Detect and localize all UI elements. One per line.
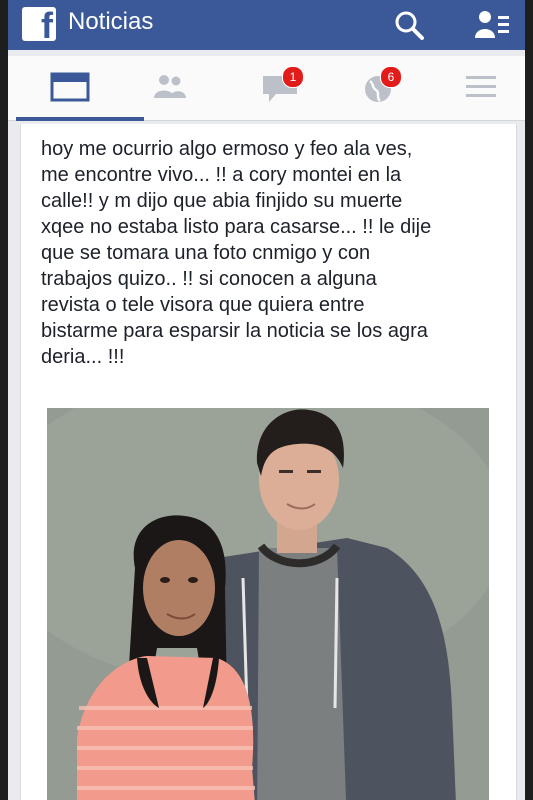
top-bar: f Noticias [8, 0, 525, 50]
post-photo[interactable] [47, 408, 489, 800]
notifications-badge: 6 [380, 66, 402, 88]
photo-two-people [47, 408, 489, 800]
page-title: Noticias [68, 8, 154, 35]
tab-notifications[interactable]: 6 [330, 56, 420, 120]
tab-messages[interactable]: 1 [232, 56, 322, 120]
tab-menu[interactable] [432, 56, 522, 120]
post-card: hoy me ocurrio algo ermoso y feo ala ves… [20, 124, 517, 800]
tab-friends[interactable] [122, 56, 212, 120]
facebook-logo-icon[interactable]: f [22, 7, 56, 41]
news-feed-icon [50, 72, 90, 102]
friend-requests-icon[interactable] [474, 8, 510, 42]
facebook-logo-letter: f [41, 7, 53, 41]
search-icon[interactable] [393, 9, 425, 41]
tab-news-feed[interactable] [16, 56, 144, 121]
friends-icon [154, 75, 186, 98]
messages-badge: 1 [282, 66, 304, 88]
phone-screen: f Noticias 1 6 hoy me ocurrio algo ermos… [8, 0, 525, 800]
hamburger-menu-icon [466, 76, 496, 97]
navigation-bar: 1 6 [8, 56, 525, 121]
post-text: hoy me ocurrio algo ermoso y feo ala ves… [41, 138, 432, 368]
